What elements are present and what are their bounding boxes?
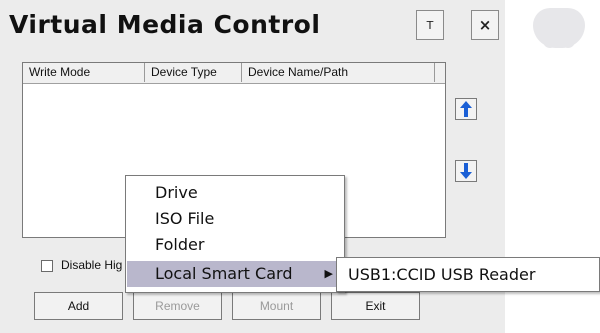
arrow-down-icon <box>460 163 472 179</box>
smart-card-submenu: USB1:CCID USB Reader <box>336 257 600 292</box>
move-down-button[interactable] <box>455 160 477 182</box>
menu-item-folder[interactable]: Folder <box>127 232 343 258</box>
submenu-item-usb-reader[interactable]: USB1:CCID USB Reader <box>337 258 535 291</box>
add-context-menu: Drive ISO File Folder Local Smart Card ▶ <box>125 175 345 293</box>
menu-item-local-smart-card[interactable]: Local Smart Card ▶ <box>127 261 343 287</box>
menu-item-iso-file[interactable]: ISO File <box>127 206 343 232</box>
submenu-arrow-icon: ▶ <box>324 267 333 280</box>
column-write-mode[interactable]: Write Mode <box>23 63 145 82</box>
remove-button[interactable]: Remove <box>133 292 222 320</box>
device-list-header: Write Mode Device Type Device Name/Path <box>23 63 445 84</box>
column-device-type[interactable]: Device Type <box>145 63 242 82</box>
disable-checkbox-label: Disable Hig <box>61 258 123 272</box>
menu-item-label: ISO File <box>155 209 215 228</box>
add-button[interactable]: Add <box>34 292 123 320</box>
menu-item-label: Drive <box>155 183 198 202</box>
column-device-name-path[interactable]: Device Name/Path <box>242 63 435 82</box>
disable-checkbox[interactable] <box>41 260 53 272</box>
arrow-up-icon <box>460 101 472 117</box>
pin-button[interactable]: T <box>416 10 444 40</box>
mount-button[interactable]: Mount <box>232 292 321 320</box>
window-title: Virtual Media Control <box>9 10 321 39</box>
menu-item-drive[interactable]: Drive <box>127 180 343 206</box>
move-up-button[interactable] <box>455 98 477 120</box>
exit-button[interactable]: Exit <box>331 292 420 320</box>
menu-item-label: Local Smart Card <box>155 264 293 283</box>
menu-item-label: Folder <box>155 235 205 254</box>
close-button[interactable]: × <box>471 10 499 40</box>
cloud-shape <box>533 8 585 48</box>
